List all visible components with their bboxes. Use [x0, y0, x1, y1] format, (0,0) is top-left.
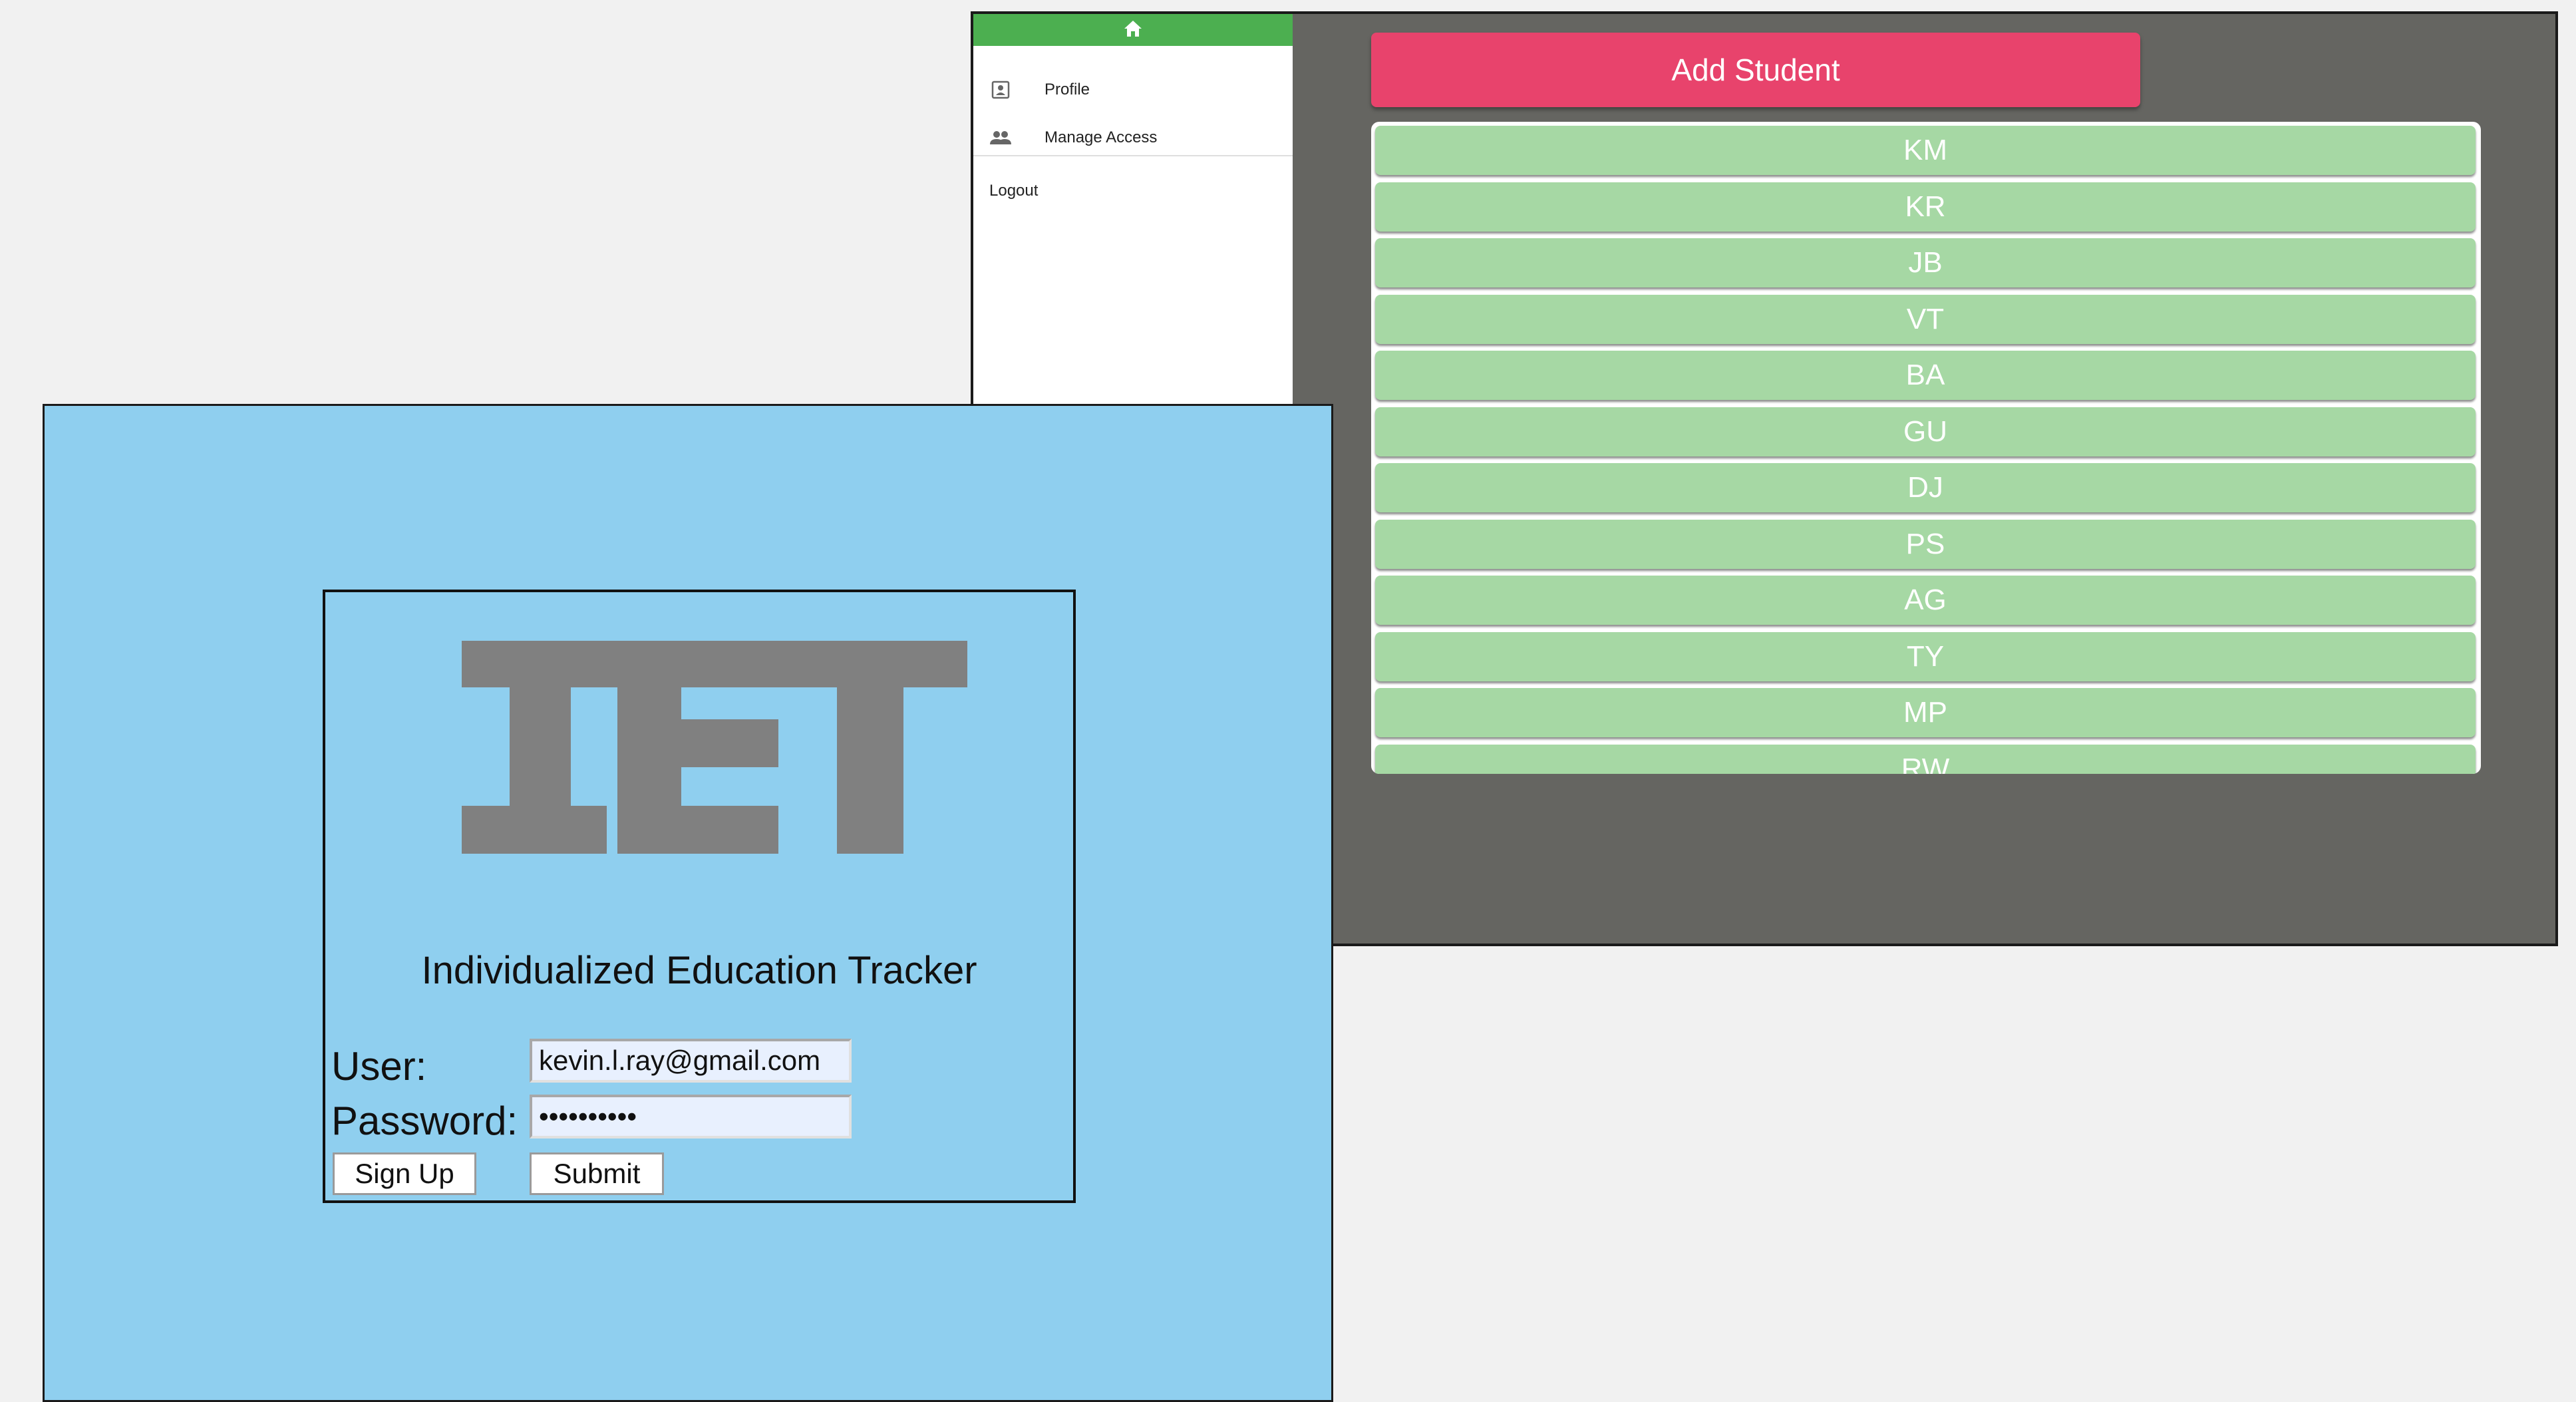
profile-icon — [989, 79, 1012, 101]
submit-button[interactable]: Submit — [530, 1152, 664, 1195]
sign-up-button[interactable]: Sign Up — [333, 1152, 476, 1195]
login-window: Individualized Education Tracker User: P… — [43, 404, 1333, 1402]
student-row[interactable]: KM — [1375, 126, 2476, 175]
user-input[interactable] — [530, 1039, 852, 1083]
student-row[interactable]: RW — [1375, 744, 2476, 774]
password-label: Password: — [331, 1099, 518, 1143]
student-row[interactable]: PS — [1375, 519, 2476, 569]
student-row[interactable]: VT — [1375, 294, 2476, 344]
app-title: Individualized Education Tracker — [421, 949, 977, 992]
people-icon — [989, 126, 1012, 149]
drawer-item-label: Manage Access — [1045, 128, 1158, 146]
student-row[interactable]: BA — [1375, 351, 2476, 400]
student-row[interactable]: KR — [1375, 182, 2476, 232]
student-row[interactable]: JB — [1375, 238, 2476, 287]
logout-label: Logout — [989, 182, 1039, 200]
password-input[interactable] — [530, 1095, 852, 1139]
student-row[interactable]: DJ — [1375, 463, 2476, 512]
student-row[interactable]: TY — [1375, 631, 2476, 681]
user-label: User: — [331, 1044, 427, 1089]
login-form: Individualized Education Tracker User: P… — [323, 590, 1076, 1203]
student-row[interactable]: AG — [1375, 576, 2476, 625]
add-student-button[interactable]: Add Student — [1371, 33, 2140, 107]
student-list[interactable]: KM KR JB VT BA GU DJ PS AG TY MP RW — [1371, 122, 2481, 774]
drawer-item-label: Profile — [1045, 81, 1090, 98]
home-icon[interactable] — [1123, 19, 1143, 41]
iet-logo — [462, 641, 967, 854]
student-row[interactable]: MP — [1375, 688, 2476, 737]
student-row[interactable]: GU — [1375, 407, 2476, 456]
drawer-item-logout[interactable]: Logout — [973, 168, 1293, 214]
drawer-item-profile[interactable]: Profile — [973, 67, 1293, 113]
drawer-divider — [973, 155, 1293, 156]
drawer-header[interactable] — [973, 14, 1293, 46]
drawer-item-manage-access[interactable]: Manage Access — [973, 114, 1293, 161]
